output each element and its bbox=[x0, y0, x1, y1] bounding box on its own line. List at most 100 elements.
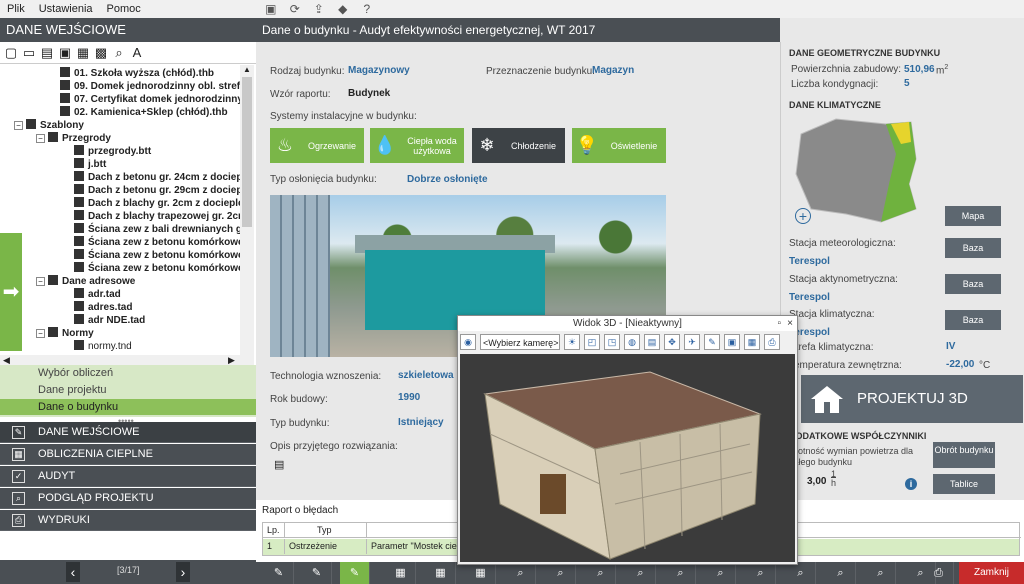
meteo-baza-button[interactable]: Baza bbox=[945, 238, 1001, 258]
tree-item[interactable]: Dach z blachy gr. 2cm z docieplenie bbox=[74, 197, 240, 210]
tree-item[interactable]: − Normy bbox=[36, 327, 94, 340]
tool-doc-edit-icon[interactable]: ✎ bbox=[264, 562, 294, 584]
scroll-up-icon[interactable]: ▲ bbox=[240, 65, 254, 74]
tech-value[interactable]: szkieletowa bbox=[398, 370, 454, 381]
tree-item[interactable]: adr.tad bbox=[74, 288, 121, 301]
print-view-icon[interactable]: ⎙ bbox=[764, 334, 780, 350]
projektuj-3d-button[interactable]: PROJEKTUJ 3D bbox=[801, 375, 1023, 423]
typ-value[interactable]: Istniejący bbox=[398, 417, 444, 428]
subnav-item-dane-o-budynku[interactable]: Dane o budynku bbox=[0, 399, 256, 415]
scroll-thumb[interactable] bbox=[242, 77, 252, 227]
nav-audyt[interactable]: ✓ AUDYT bbox=[0, 466, 256, 487]
tool-preview8-icon[interactable]: ⌕ bbox=[786, 562, 816, 584]
menu-file[interactable]: Plik bbox=[0, 3, 32, 15]
tool-grid-icon[interactable]: ▦ bbox=[386, 562, 416, 584]
oslon-value[interactable]: Dobrze osłonięte bbox=[407, 174, 488, 185]
rok-value[interactable]: 1990 bbox=[398, 392, 420, 403]
open-icon[interactable]: ▤ bbox=[39, 45, 55, 61]
collapse-handle-icon[interactable]: ➡ bbox=[0, 233, 22, 351]
nav-dane-wejsciowe[interactable]: ✎ DANE WEJŚCIOWE bbox=[0, 422, 256, 443]
tree-item[interactable]: − Szablony bbox=[14, 119, 84, 132]
prev-page-icon[interactable]: ‹ bbox=[66, 562, 80, 582]
system-chlodzenie-button[interactable]: ❄ Chłodzenie bbox=[472, 128, 565, 163]
wall-icon[interactable]: ▤ bbox=[644, 334, 660, 350]
tool-preview6-icon[interactable]: ⌕ bbox=[706, 562, 736, 584]
save-icon[interactable]: ▣ bbox=[264, 2, 278, 16]
tool-doc-edit2-icon[interactable]: ✎ bbox=[302, 562, 332, 584]
tool-preview3-icon[interactable]: ⌕ bbox=[586, 562, 616, 584]
tool-doc-active-icon[interactable]: ✎ bbox=[340, 562, 370, 584]
tree-item[interactable]: Ściana zew z betonu komórkowego bbox=[74, 249, 240, 262]
package-icon[interactable]: ◆ bbox=[336, 2, 350, 16]
tablice-button[interactable]: Tablice bbox=[933, 474, 995, 494]
new-folder-icon[interactable]: ▭ bbox=[21, 45, 37, 61]
tree-item[interactable]: adr NDE.tad bbox=[74, 314, 145, 327]
rodzaj-value[interactable]: Magazynowy bbox=[348, 65, 410, 76]
tool-preview10-icon[interactable]: ⌕ bbox=[866, 562, 896, 584]
view-3d-canvas[interactable] bbox=[460, 354, 795, 562]
tree-collapse-icon[interactable]: − bbox=[14, 121, 23, 130]
tool-print-icon[interactable]: ⎙ bbox=[924, 562, 954, 584]
tool-preview7-icon[interactable]: ⌕ bbox=[746, 562, 776, 584]
file-tree[interactable]: 01. Szkoła wyższa (chłód).thb 09. Domek j… bbox=[0, 65, 240, 355]
tool-preview2-icon[interactable]: ⌕ bbox=[546, 562, 576, 584]
font-icon[interactable]: A bbox=[129, 45, 145, 61]
tree-item[interactable]: 01. Szkoła wyższa (chłód).thb bbox=[60, 67, 214, 80]
view-3d-window[interactable]: Widok 3D - [Nieaktywny] ▫ × ◉ <Wybierz k… bbox=[457, 315, 798, 565]
pencil-icon[interactable]: ✎ bbox=[704, 334, 720, 350]
zoom-in-icon[interactable]: + bbox=[795, 208, 811, 224]
tree-item[interactable]: − Dane adresowe bbox=[36, 275, 135, 288]
obrot-button[interactable]: Obrót budynku bbox=[933, 442, 995, 468]
export-view-icon[interactable]: ▦ bbox=[744, 334, 760, 350]
subnav-item-wybor[interactable]: Wybór obliczeń bbox=[0, 365, 256, 381]
tree-item[interactable]: Dach z betonu gr. 29cm z docieplenie bbox=[74, 184, 240, 197]
tree-item[interactable]: Ściana zew z bali drewnianych g bbox=[74, 223, 240, 236]
tree-item[interactable]: 07. Certyfikat domek jednorodzinny.t bbox=[60, 93, 240, 106]
tree-item[interactable]: 02. Kamienica+Sklep (chłód).thb bbox=[60, 106, 228, 119]
nav-obliczenia-cieplne[interactable]: ▦ OBLICZENIA CIEPLNE bbox=[0, 444, 256, 465]
tree-item[interactable]: Ściana zew z betonu komórkowego bbox=[74, 262, 240, 275]
export-icon[interactable]: ⇪ bbox=[312, 2, 326, 16]
tool-preview5-icon[interactable]: ⌕ bbox=[666, 562, 696, 584]
tree-item[interactable]: Dach z blachy trapezowej gr. 2cm bbox=[74, 210, 240, 223]
system-cwu-button[interactable]: 💧 Ciepła woda użytkowa bbox=[370, 128, 464, 163]
info-icon[interactable]: i bbox=[905, 478, 917, 490]
klimat-baza-button[interactable]: Baza bbox=[945, 310, 1001, 330]
tool-preview9-icon[interactable]: ⌕ bbox=[826, 562, 856, 584]
menu-settings[interactable]: Ustawienia bbox=[32, 3, 100, 15]
search-icon[interactable]: ⌕ bbox=[111, 45, 127, 61]
system-ogrzewanie-button[interactable]: ♨ Ogrzewanie bbox=[270, 128, 364, 163]
color-icon[interactable]: ◍ bbox=[624, 334, 640, 350]
document-icon[interactable]: ▤ bbox=[274, 458, 284, 471]
przeznaczenie-value[interactable]: Magazyn bbox=[592, 65, 634, 76]
close-icon[interactable]: × bbox=[787, 316, 793, 331]
next-page-icon[interactable]: › bbox=[176, 562, 190, 582]
tree-item[interactable]: j.btt bbox=[74, 158, 106, 171]
tree-item[interactable]: adres.tad bbox=[74, 301, 132, 314]
tree-item[interactable]: przegrody.btt bbox=[74, 145, 151, 158]
tree-item[interactable]: normy.tnd bbox=[74, 340, 132, 353]
wzor-value[interactable]: Budynek bbox=[348, 88, 390, 99]
camera-icon[interactable]: ◉ bbox=[460, 334, 476, 350]
new-file-icon[interactable]: ▢ bbox=[3, 45, 19, 61]
subnav-item-dane-projektu[interactable]: Dane projektu bbox=[0, 382, 256, 398]
tool-preview-icon[interactable]: ⌕ bbox=[506, 562, 536, 584]
camera-select[interactable]: <Wybierz kamerę> bbox=[480, 334, 560, 350]
view-side-icon[interactable]: ◳ bbox=[604, 334, 620, 350]
poland-map[interactable] bbox=[791, 114, 921, 224]
refresh-icon[interactable]: ⟳ bbox=[288, 2, 302, 16]
save-file-icon[interactable]: ▣ bbox=[57, 45, 73, 61]
tool-grid3-icon[interactable]: ▦ bbox=[466, 562, 496, 584]
plane-icon[interactable]: ✈ bbox=[684, 334, 700, 350]
mapa-button[interactable]: Mapa bbox=[945, 206, 1001, 226]
tool-grid2-icon[interactable]: ▦ bbox=[426, 562, 456, 584]
save-as-icon[interactable]: ▦ bbox=[75, 45, 91, 61]
tree-item[interactable]: 09. Domek jednorodzinny obl. strefą.t bbox=[60, 80, 240, 93]
tree-item[interactable]: − Przegrody bbox=[36, 132, 111, 145]
move-icon[interactable]: ✥ bbox=[664, 334, 680, 350]
close-button[interactable]: Zamknij bbox=[959, 562, 1024, 584]
nav-podglad-projektu[interactable]: ⌕ PODGLĄD PROJEKTU bbox=[0, 488, 256, 509]
light-icon[interactable]: ☀ bbox=[564, 334, 580, 350]
tree-item[interactable]: Dach z betonu gr. 24cm z docieplenie bbox=[74, 171, 240, 184]
tree-collapse-icon[interactable]: − bbox=[36, 329, 45, 338]
